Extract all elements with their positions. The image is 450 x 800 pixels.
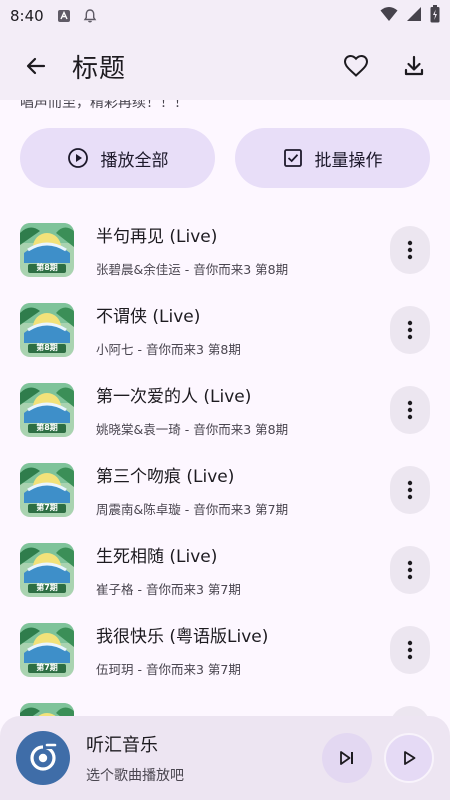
song-subtitle: 崔子格 - 音你而来3 第7期 xyxy=(96,582,241,597)
episode-badge: 第8期 xyxy=(36,423,58,432)
signal-icon xyxy=(406,6,422,26)
skip-next-icon xyxy=(340,751,353,765)
song-list-item[interactable]: 第7期 第三个吻痕 (Live) 周震南&陈卓璇 - 音你而来3 第7期 xyxy=(0,450,450,530)
play-circle-icon xyxy=(67,148,88,168)
player-subtitle: 选个歌曲播放吧 xyxy=(86,768,184,784)
song-title: 不谓侠 (Live) xyxy=(96,307,201,327)
album-cover: 第7期 xyxy=(20,623,74,677)
song-list-item[interactable]: 第8期 第一次爱的人 (Live) 姚晓棠&袁一琦 - 音你而来3 第8期 xyxy=(0,370,450,450)
batch-operation-label: 批量操作 xyxy=(314,150,383,171)
next-track-button[interactable] xyxy=(322,733,372,783)
song-title: 第三个吻痕 (Live) xyxy=(96,467,235,487)
download-button[interactable] xyxy=(394,46,434,86)
episode-badge: 第7期 xyxy=(36,583,58,592)
song-list: 第8期 半句再见 (Live) 张碧晨&余佳运 - 音你而来3 第8期 第8期 xyxy=(0,210,450,720)
song-title: 第一次爱的人 (Live) xyxy=(96,387,252,407)
album-cover: 第8期 xyxy=(20,223,74,277)
album-cover: 第7期 xyxy=(20,543,74,597)
song-subtitle: 小阿七 - 音你而来3 第8期 xyxy=(96,342,241,357)
back-button[interactable] xyxy=(16,46,56,86)
checkbox-icon xyxy=(283,149,302,167)
more-vert-icon xyxy=(407,560,413,580)
more-options-button[interactable] xyxy=(390,546,430,594)
arrow-back-icon xyxy=(26,57,46,75)
more-options-button[interactable] xyxy=(390,226,430,274)
status-time: 8:40 xyxy=(10,7,44,25)
album-cover: 第8期 xyxy=(20,383,74,437)
favorite-button[interactable] xyxy=(336,46,376,86)
more-options-button[interactable] xyxy=(390,466,430,514)
song-list-item[interactable]: 第8期 半句再见 (Live) 张碧晨&余佳运 - 音你而来3 第8期 xyxy=(0,210,450,290)
episode-badge: 第8期 xyxy=(36,343,58,352)
app-notification-icon xyxy=(56,8,72,24)
song-subtitle: 张碧晨&余佳运 - 音你而来3 第8期 xyxy=(96,262,289,277)
wifi-icon xyxy=(380,6,398,26)
player-title: 听汇音乐 xyxy=(86,735,158,756)
mini-player[interactable]: 听汇音乐 选个歌曲播放吧 xyxy=(0,716,450,800)
play-all-label: 播放全部 xyxy=(100,150,169,171)
battery-icon xyxy=(430,5,440,27)
episode-badge: 第8期 xyxy=(36,263,58,272)
more-vert-icon xyxy=(407,480,413,500)
song-title: 半句再见 (Live) xyxy=(96,227,218,247)
album-cover: 第8期 xyxy=(20,303,74,357)
more-vert-icon xyxy=(407,240,413,260)
page-title: 标题 xyxy=(72,53,127,84)
batch-operation-button[interactable]: 批量操作 xyxy=(235,128,430,188)
more-options-button[interactable] xyxy=(390,306,430,354)
song-list-item[interactable]: 第7期 我很快乐 (粤语版Live) 伍珂玥 - 音你而来3 第7期 xyxy=(0,610,450,690)
song-title: 我很快乐 (粤语版Live) xyxy=(96,627,269,647)
more-vert-icon xyxy=(407,320,413,340)
song-subtitle: 伍珂玥 - 音你而来3 第7期 xyxy=(96,662,241,677)
play-icon xyxy=(404,751,416,765)
song-title: 生死相随 (Live) xyxy=(96,547,218,567)
episode-badge: 第7期 xyxy=(36,503,58,512)
song-list-item[interactable]: 第8期 不谓侠 (Live) 小阿七 - 音你而来3 第8期 xyxy=(0,290,450,370)
episode-badge: 第7期 xyxy=(36,663,58,672)
song-subtitle: 周震南&陈卓璇 - 音你而来3 第7期 xyxy=(96,502,289,517)
playlist-description: 唱声而至，精彩再续！！！ xyxy=(20,100,188,111)
song-subtitle: 姚晓棠&袁一琦 - 音你而来3 第8期 xyxy=(96,422,289,437)
playlist-content[interactable]: 唱声而至，精彩再续！！！ 播放全部 批量操作 第8期 半句再见 (Live) 张… xyxy=(0,100,450,720)
bell-icon xyxy=(82,8,98,24)
download-icon xyxy=(404,55,424,76)
more-options-button[interactable] xyxy=(390,626,430,674)
play-button[interactable] xyxy=(384,733,434,783)
album-cover: 第7期 xyxy=(20,463,74,517)
status-icons xyxy=(380,5,440,27)
status-bar: 8:40 xyxy=(0,0,450,32)
app-logo-icon xyxy=(16,731,70,785)
top-app-bar: 标题 xyxy=(0,32,450,100)
more-vert-icon xyxy=(407,640,413,660)
heart-outline-icon xyxy=(343,54,369,77)
more-options-button[interactable] xyxy=(390,386,430,434)
song-list-item[interactable]: 第7期 生死相随 (Live) 崔子格 - 音你而来3 第7期 xyxy=(0,530,450,610)
play-all-button[interactable]: 播放全部 xyxy=(20,128,215,188)
more-vert-icon xyxy=(407,400,413,420)
